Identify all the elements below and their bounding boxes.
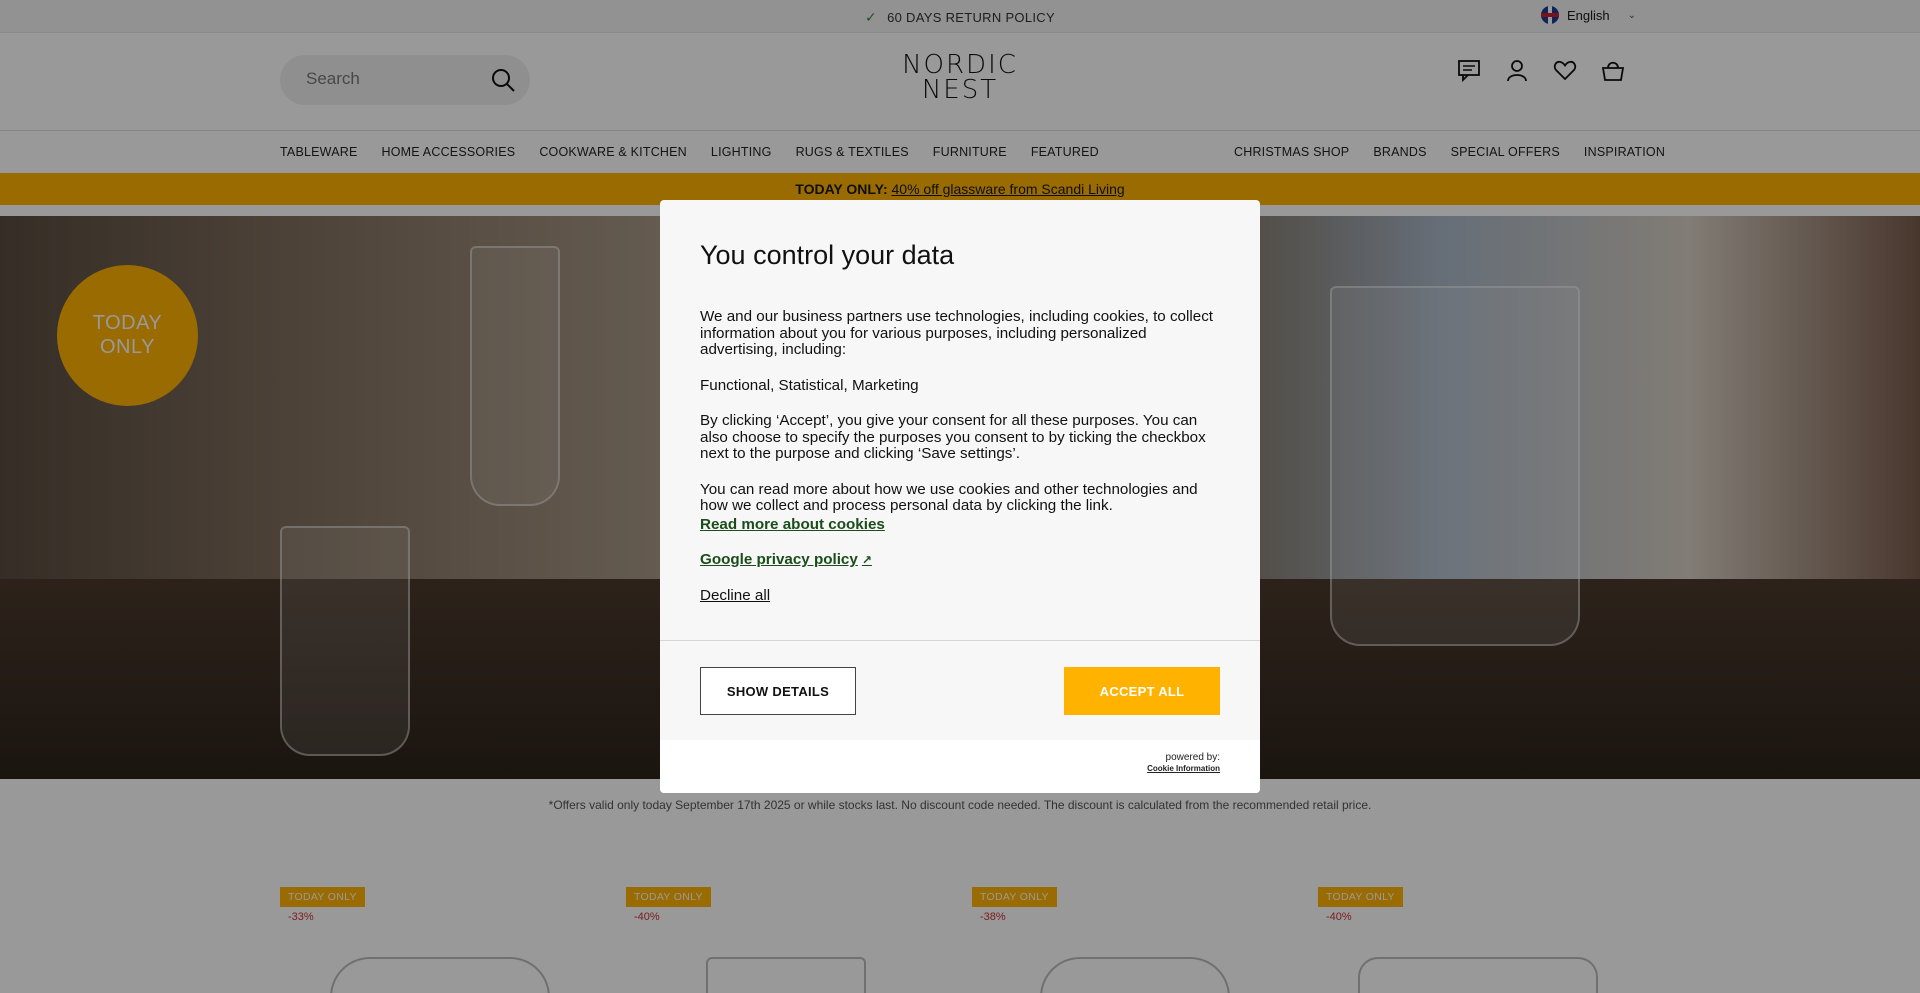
powered-by: powered by: Cookie Information	[1147, 752, 1220, 774]
show-details-button[interactable]: SHOW DETAILS	[700, 667, 856, 715]
consent-read-more-info: You can read more about how we use cooki…	[700, 480, 1198, 514]
read-more-cookies-link[interactable]: Read more about cookies	[700, 516, 885, 534]
consent-purposes: Functional, Statistical, Marketing	[700, 376, 919, 394]
dialog-footer: powered by: Cookie Information	[660, 740, 1260, 793]
decline-all-link[interactable]: Decline all	[700, 587, 770, 605]
external-link-icon: ↗	[861, 553, 872, 567]
google-privacy-policy-link[interactable]: Google privacy policy ↗	[700, 551, 872, 569]
google-privacy-policy-label: Google privacy policy	[700, 551, 858, 568]
dialog-title: You control your data	[700, 240, 955, 270]
cookie-information-link[interactable]: Cookie Information	[1147, 764, 1220, 773]
powered-by-label: powered by:	[1165, 752, 1220, 763]
accept-all-button[interactable]: ACCEPT ALL	[1064, 667, 1220, 715]
cookie-consent-dialog: You control your data We and our busines…	[660, 200, 1260, 793]
consent-intro: We and our business partners use technol…	[700, 308, 1214, 358]
dialog-divider	[660, 640, 1260, 641]
consent-accept-info: By clicking ‘Accept’, you give your cons…	[700, 412, 1206, 462]
dialog-body: We and our business partners use technol…	[700, 308, 1220, 623]
